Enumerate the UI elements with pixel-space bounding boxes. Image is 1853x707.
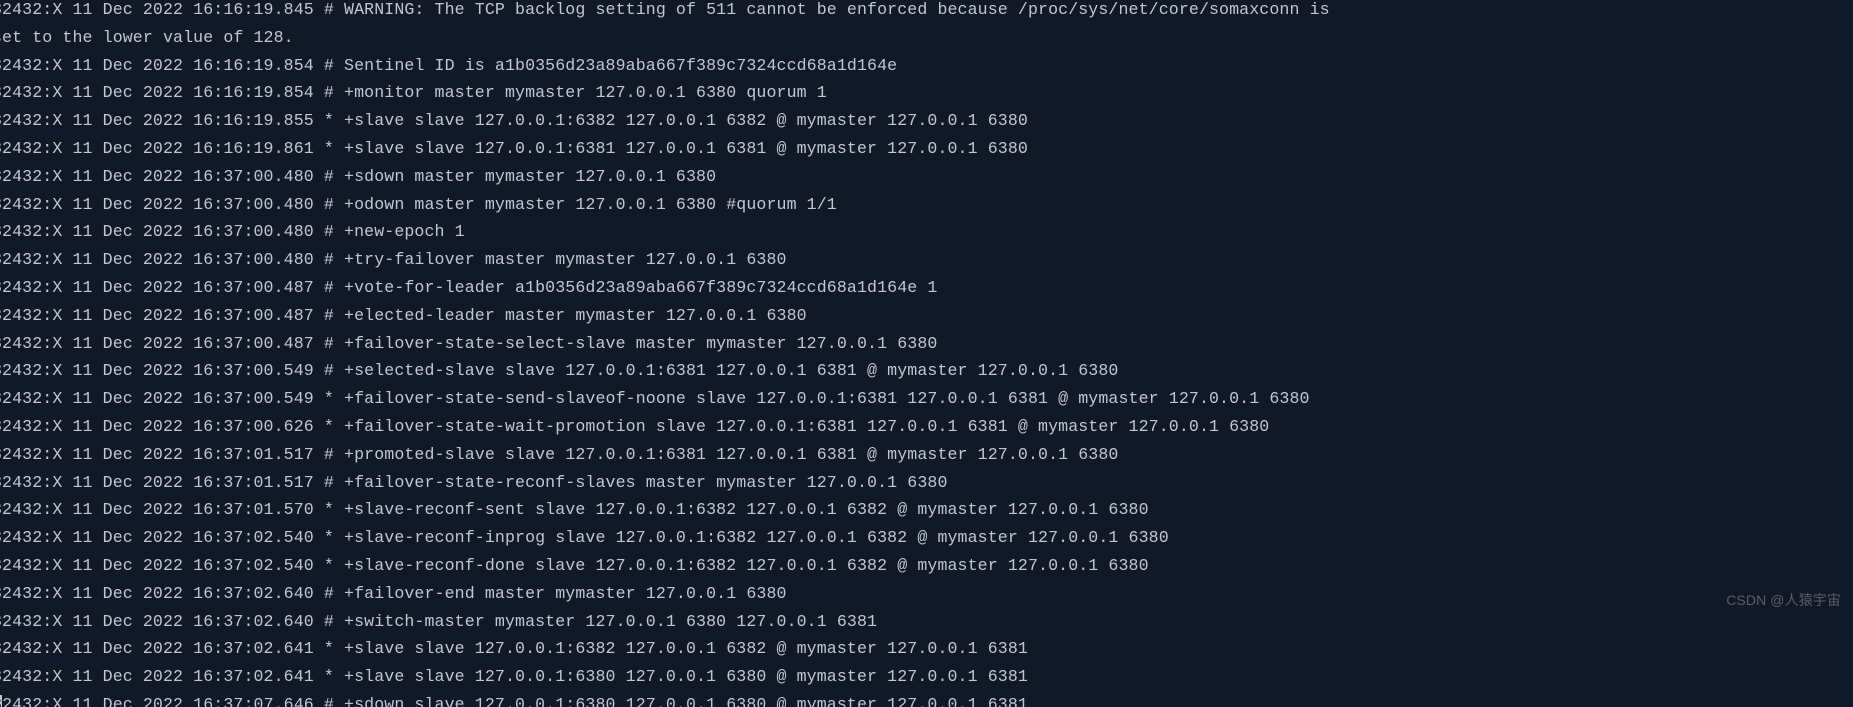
log-line: 32432:X 11 Dec 2022 16:16:19.861 * +slav… — [0, 135, 1845, 163]
log-line: 32432:X 11 Dec 2022 16:37:00.480 # +try-… — [0, 246, 1845, 274]
log-line: 32432:X 11 Dec 2022 16:37:00.549 # +sele… — [0, 357, 1845, 385]
log-line: 32432:X 11 Dec 2022 16:37:00.487 # +fail… — [0, 330, 1845, 358]
log-line: 32432:X 11 Dec 2022 16:16:19.845 # WARNI… — [0, 0, 1845, 24]
log-line: 32432:X 11 Dec 2022 16:37:02.540 * +slav… — [0, 552, 1845, 580]
log-line: 32432:X 11 Dec 2022 16:37:02.641 * +slav… — [0, 663, 1845, 691]
log-line: 32432:X 11 Dec 2022 16:37:00.480 # +sdow… — [0, 163, 1845, 191]
log-line: 32432:X 11 Dec 2022 16:37:02.641 * +slav… — [0, 635, 1845, 663]
log-line: 32432:X 11 Dec 2022 16:37:01.570 * +slav… — [0, 496, 1845, 524]
log-line: 32432:X 11 Dec 2022 16:37:00.480 # +odow… — [0, 191, 1845, 219]
log-line: 32432:X 11 Dec 2022 16:37:02.640 # +fail… — [0, 580, 1845, 608]
terminal-output[interactable]: 32432:X 11 Dec 2022 16:16:19.845 # WARNI… — [0, 0, 1845, 707]
log-line: 32432:X 11 Dec 2022 16:37:01.517 # +prom… — [0, 441, 1845, 469]
log-line: 32432:X 11 Dec 2022 16:37:00.487 # +vote… — [0, 274, 1845, 302]
log-line: 32432:X 11 Dec 2022 16:37:02.640 # +swit… — [0, 608, 1845, 636]
log-line: 32432:X 11 Dec 2022 16:16:19.854 # Senti… — [0, 52, 1845, 80]
log-line: 32432:X 11 Dec 2022 16:37:00.626 * +fail… — [0, 413, 1845, 441]
watermark-text: CSDN @人猿宇宙 — [1726, 587, 1841, 615]
log-line: set to the lower value of 128. — [0, 24, 1845, 52]
log-line: 32432:X 11 Dec 2022 16:16:19.855 * +slav… — [0, 107, 1845, 135]
log-line: 32432:X 11 Dec 2022 16:16:19.854 # +moni… — [0, 79, 1845, 107]
log-line: 32432:X 11 Dec 2022 16:37:02.540 * +slav… — [0, 524, 1845, 552]
log-line: 32432:X 11 Dec 2022 16:37:00.480 # +new-… — [0, 218, 1845, 246]
log-line: 32432:X 11 Dec 2022 16:37:01.517 # +fail… — [0, 469, 1845, 497]
log-line: 32432:X 11 Dec 2022 16:37:07.646 # +sdow… — [0, 691, 1845, 707]
log-line: 32432:X 11 Dec 2022 16:37:00.549 * +fail… — [0, 385, 1845, 413]
log-line: 32432:X 11 Dec 2022 16:37:00.487 # +elec… — [0, 302, 1845, 330]
